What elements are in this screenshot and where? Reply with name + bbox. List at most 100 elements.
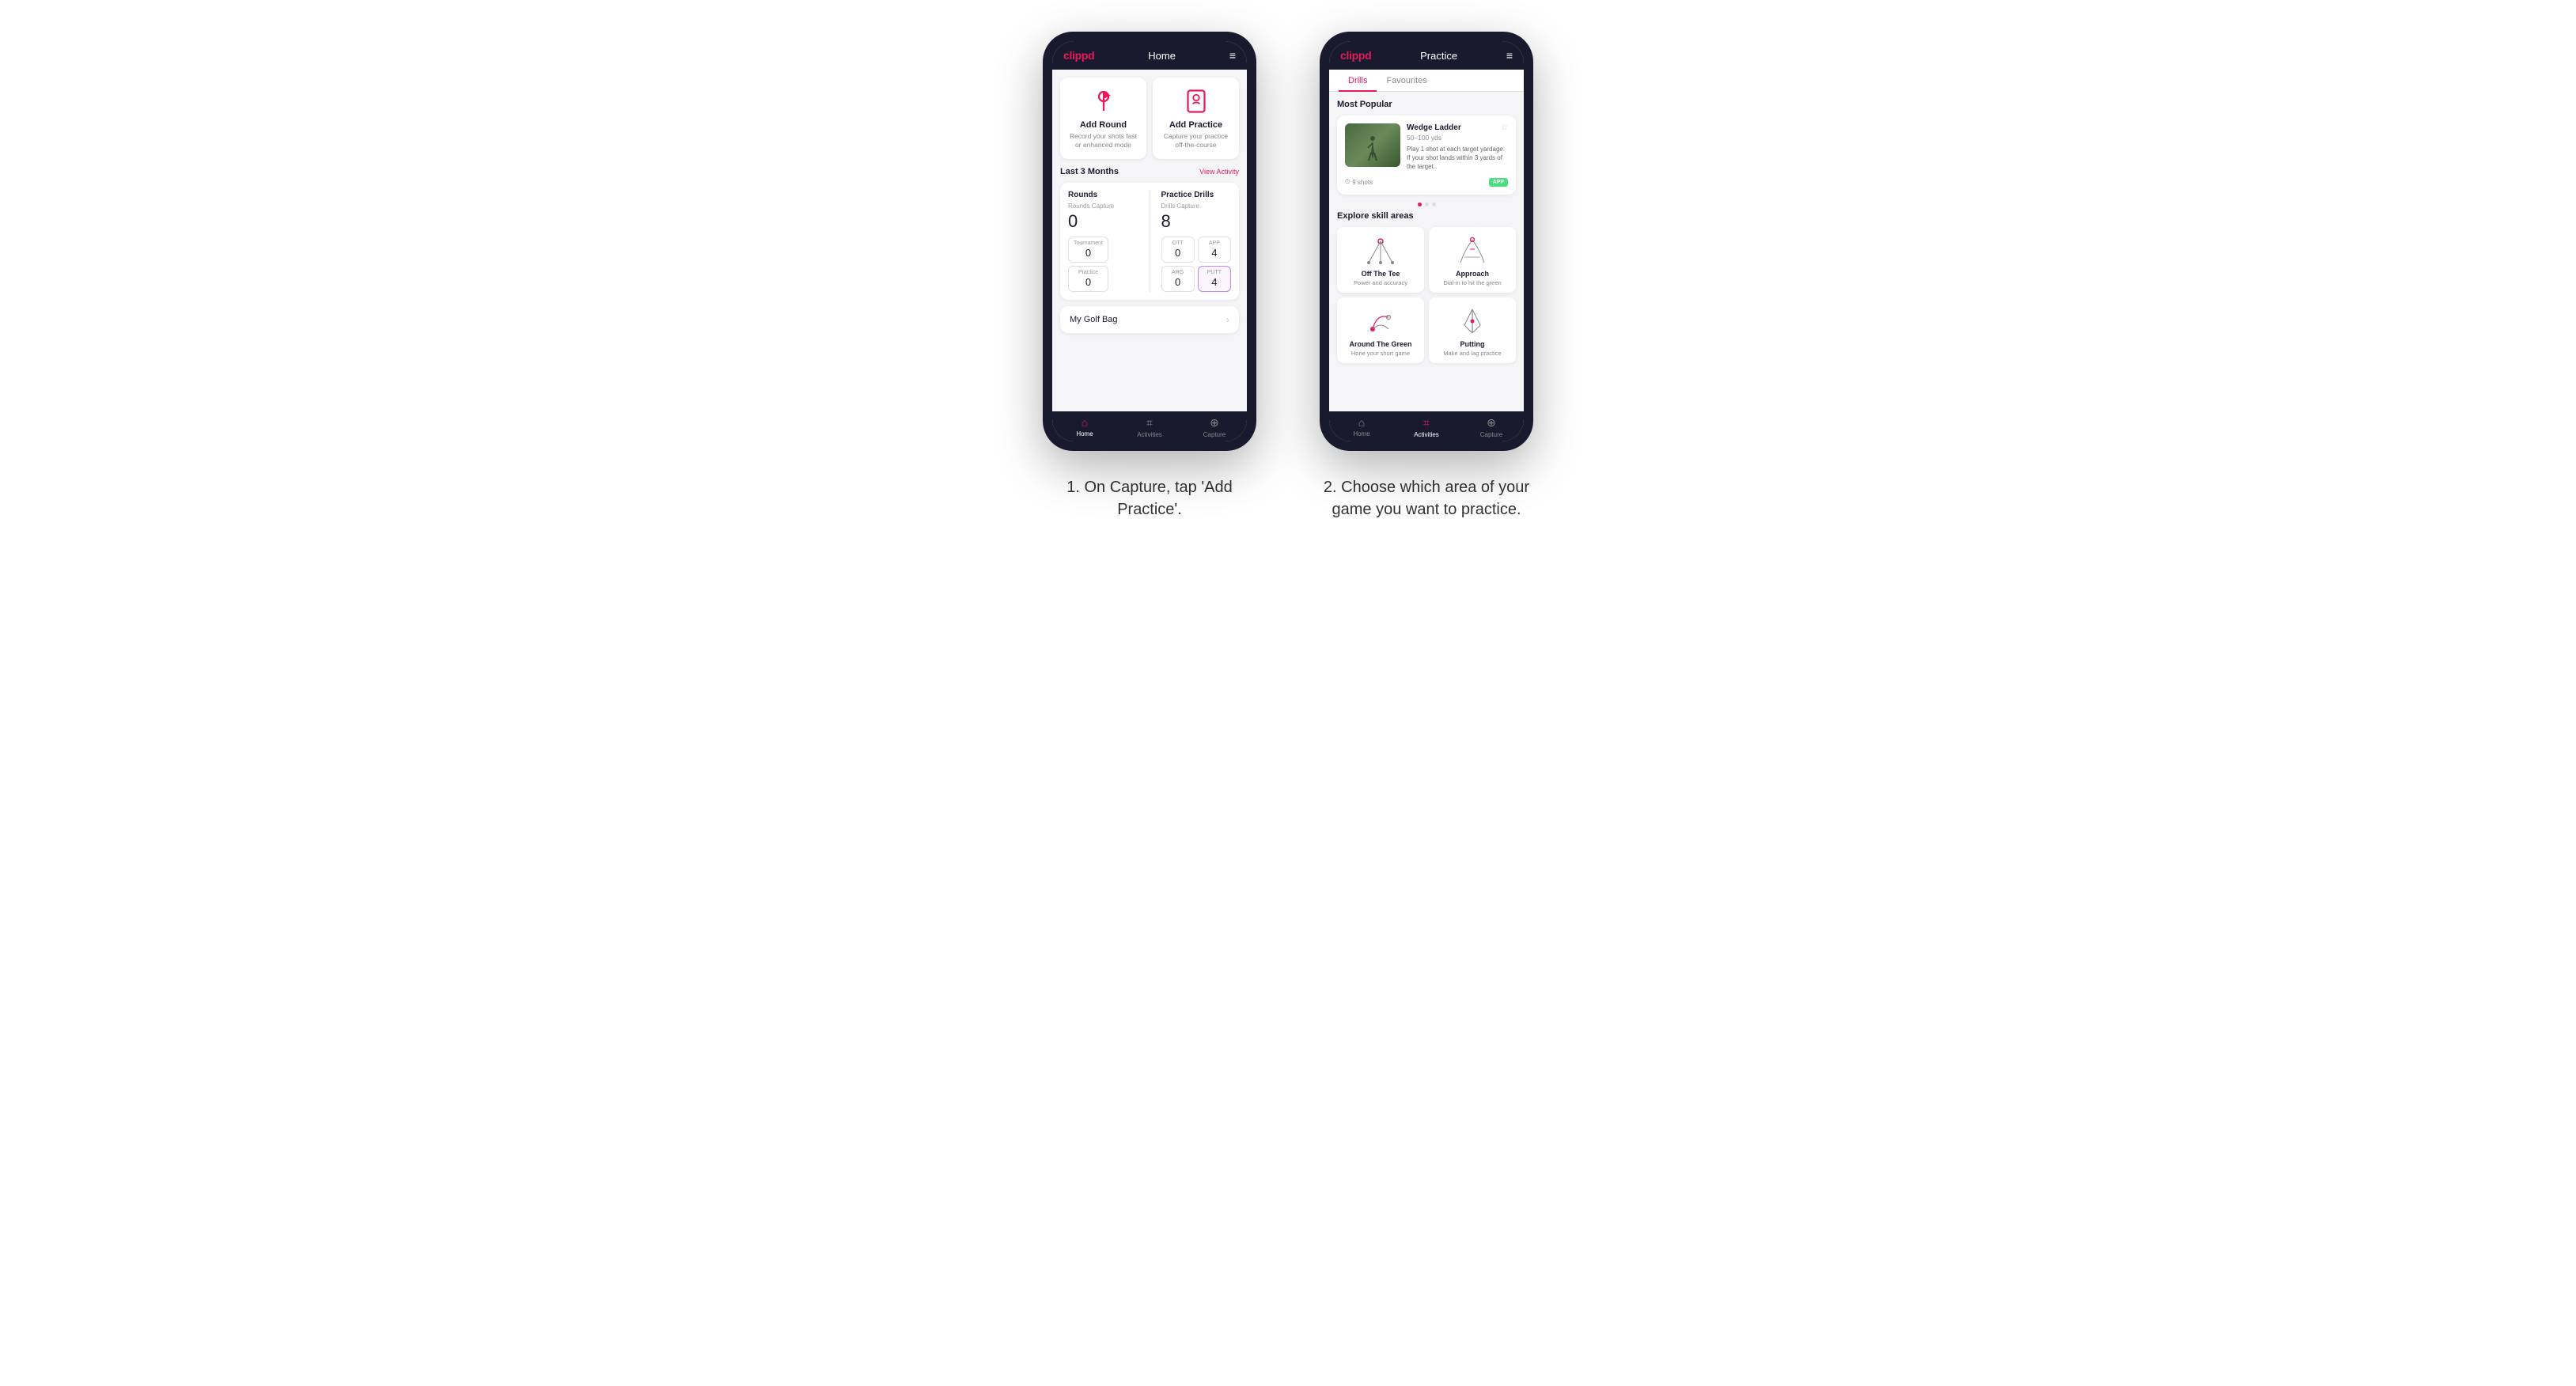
drills-heading: Practice Drills bbox=[1161, 191, 1232, 199]
nav-capture-2[interactable]: ⊕ Capture bbox=[1459, 416, 1524, 438]
putting-desc: Make and lag practice bbox=[1443, 350, 1501, 357]
stats-row: Rounds Rounds Capture 0 Tournament 0 bbox=[1068, 191, 1231, 292]
practice-value: 0 bbox=[1074, 276, 1103, 288]
golfer-bg bbox=[1345, 123, 1400, 167]
caption-1: 1. On Capture, tap 'Add Practice'. bbox=[1043, 476, 1256, 521]
rounds-grid: Tournament 0 Practice 0 bbox=[1068, 237, 1138, 292]
dot-3 bbox=[1432, 203, 1436, 206]
drill-title: Wedge Ladder bbox=[1407, 123, 1461, 132]
add-practice-title: Add Practice bbox=[1169, 120, 1222, 130]
rounds-capture-label: Rounds Capture bbox=[1068, 203, 1138, 210]
explore-heading: Explore skill areas bbox=[1337, 211, 1516, 221]
chevron-right-icon: › bbox=[1226, 314, 1229, 325]
skill-card-putting[interactable]: Putting Make and lag practice bbox=[1429, 297, 1516, 363]
putt-value: 4 bbox=[1203, 276, 1225, 288]
drill-image bbox=[1345, 123, 1400, 167]
tournament-label: Tournament bbox=[1074, 240, 1103, 246]
rounds-heading: Rounds bbox=[1068, 191, 1138, 199]
last-3-months-label: Last 3 Months bbox=[1060, 167, 1119, 176]
clock-icon: ⏱ bbox=[1345, 178, 1350, 186]
flag-icon bbox=[1089, 87, 1118, 116]
capture-icon-2: ⊕ bbox=[1487, 416, 1496, 430]
drill-yardage: 50–100 yds bbox=[1407, 134, 1508, 142]
drill-title-row: Wedge Ladder ☆ bbox=[1407, 123, 1508, 132]
arg-box: ARG 0 bbox=[1161, 266, 1195, 292]
phone2-header: clippd Practice ≡ bbox=[1329, 41, 1524, 70]
home-icon-1: ⌂ bbox=[1082, 416, 1088, 429]
view-activity-link[interactable]: View Activity bbox=[1199, 168, 1239, 176]
skill-card-ott[interactable]: Off The Tee Power and accuracy bbox=[1337, 227, 1424, 293]
add-round-card[interactable]: Add Round Record your shots fast or enha… bbox=[1060, 78, 1146, 159]
stats-card: Rounds Rounds Capture 0 Tournament 0 bbox=[1060, 183, 1239, 300]
capture-icon-1: ⊕ bbox=[1210, 416, 1219, 430]
practice-title: Practice bbox=[1420, 50, 1457, 62]
ott-label: OTT bbox=[1167, 240, 1189, 246]
approach-desc: Dial-in to hit the green bbox=[1443, 279, 1501, 286]
drill-footer: ⏱ 9 shots APP bbox=[1345, 178, 1508, 187]
capture-nav-label-2: Capture bbox=[1480, 431, 1502, 438]
arg-value: 0 bbox=[1167, 276, 1189, 288]
skill-card-approach[interactable]: Approach Dial-in to hit the green bbox=[1429, 227, 1516, 293]
drills-capture-value: 8 bbox=[1161, 211, 1232, 232]
shots-count: ⏱ 9 shots bbox=[1345, 178, 1373, 186]
featured-drill-card[interactable]: Wedge Ladder ☆ 50–100 yds Play 1 shot at… bbox=[1337, 116, 1516, 195]
menu-icon-1[interactable]: ≡ bbox=[1229, 49, 1236, 62]
ott-value: 0 bbox=[1167, 247, 1189, 259]
atg-desc: Hone your short game bbox=[1351, 350, 1410, 357]
phone2-section: clippd Practice ≡ Drills Favourites Most… bbox=[1320, 32, 1533, 521]
nav-home-1[interactable]: ⌂ Home bbox=[1052, 416, 1117, 438]
drill-desc: Play 1 shot at each target yardage. If y… bbox=[1407, 145, 1508, 172]
ott-diagram-icon bbox=[1361, 235, 1400, 267]
dot-2 bbox=[1425, 203, 1429, 206]
putt-label: PUTT bbox=[1203, 270, 1225, 275]
rounds-col: Rounds Rounds Capture 0 Tournament 0 bbox=[1068, 191, 1138, 292]
activities-icon-1: ⌗ bbox=[1146, 416, 1153, 430]
most-popular-heading: Most Popular bbox=[1337, 100, 1516, 109]
atg-diagram-icon bbox=[1361, 305, 1400, 337]
nav-capture-1[interactable]: ⊕ Capture bbox=[1182, 416, 1247, 438]
last-3-months-header: Last 3 Months View Activity bbox=[1060, 167, 1239, 176]
practice-label: Practice bbox=[1074, 270, 1103, 275]
app-badge: APP bbox=[1489, 178, 1508, 187]
putting-name: Putting bbox=[1460, 340, 1485, 348]
star-icon[interactable]: ☆ bbox=[1501, 123, 1508, 132]
drills-grid: OTT 0 APP 4 ARG 0 bbox=[1161, 237, 1232, 292]
add-practice-card[interactable]: Add Practice Capture your practice off-t… bbox=[1153, 78, 1239, 159]
approach-name: Approach bbox=[1456, 270, 1489, 278]
arg-label: ARG bbox=[1167, 270, 1189, 275]
atg-name: Around The Green bbox=[1349, 340, 1411, 348]
putt-box: PUTT 4 bbox=[1198, 266, 1231, 292]
activities-icon-2: ⌗ bbox=[1423, 416, 1430, 430]
phone2-content: Most Popular bbox=[1329, 92, 1524, 411]
practice-icon bbox=[1182, 87, 1210, 116]
add-round-desc: Record your shots fast or enhanced mode bbox=[1066, 132, 1140, 150]
my-golf-bag-row[interactable]: My Golf Bag › bbox=[1060, 306, 1239, 333]
app-logo-1: clippd bbox=[1063, 49, 1094, 62]
approach-diagram-icon bbox=[1453, 235, 1492, 267]
ott-name: Off The Tee bbox=[1362, 270, 1400, 278]
tab-favourites[interactable]: Favourites bbox=[1377, 70, 1436, 92]
activities-nav-label-1: Activities bbox=[1137, 431, 1162, 438]
phone2-screen: clippd Practice ≡ Drills Favourites Most… bbox=[1329, 41, 1524, 441]
phone1-frame: clippd Home ≡ bbox=[1043, 32, 1256, 451]
nav-activities-2[interactable]: ⌗ Activities bbox=[1394, 416, 1459, 438]
phone2-frame: clippd Practice ≡ Drills Favourites Most… bbox=[1320, 32, 1533, 451]
tournament-value: 0 bbox=[1074, 247, 1103, 259]
app-logo-2: clippd bbox=[1340, 49, 1371, 62]
capture-nav-label-1: Capture bbox=[1203, 431, 1225, 438]
phone1-bottom-nav: ⌂ Home ⌗ Activities ⊕ Capture bbox=[1052, 411, 1247, 441]
golfer-icon bbox=[1365, 135, 1381, 167]
ott-desc: Power and accuracy bbox=[1354, 279, 1407, 286]
nav-activities-1[interactable]: ⌗ Activities bbox=[1117, 416, 1182, 438]
home-nav-label-2: Home bbox=[1353, 430, 1369, 437]
skill-card-atg[interactable]: Around The Green Hone your short game bbox=[1337, 297, 1424, 363]
practice-box: Practice 0 bbox=[1068, 266, 1108, 292]
nav-home-2[interactable]: ⌂ Home bbox=[1329, 416, 1394, 438]
putting-diagram-icon bbox=[1453, 305, 1492, 337]
drills-col: Practice Drills Drills Capture 8 OTT 0 bbox=[1161, 191, 1232, 292]
app-box: APP 4 bbox=[1198, 237, 1231, 263]
add-practice-desc: Capture your practice off-the-course bbox=[1159, 132, 1233, 150]
menu-icon-2[interactable]: ≡ bbox=[1506, 49, 1513, 62]
tab-drills[interactable]: Drills bbox=[1339, 70, 1377, 92]
rounds-capture-value: 0 bbox=[1068, 211, 1138, 232]
